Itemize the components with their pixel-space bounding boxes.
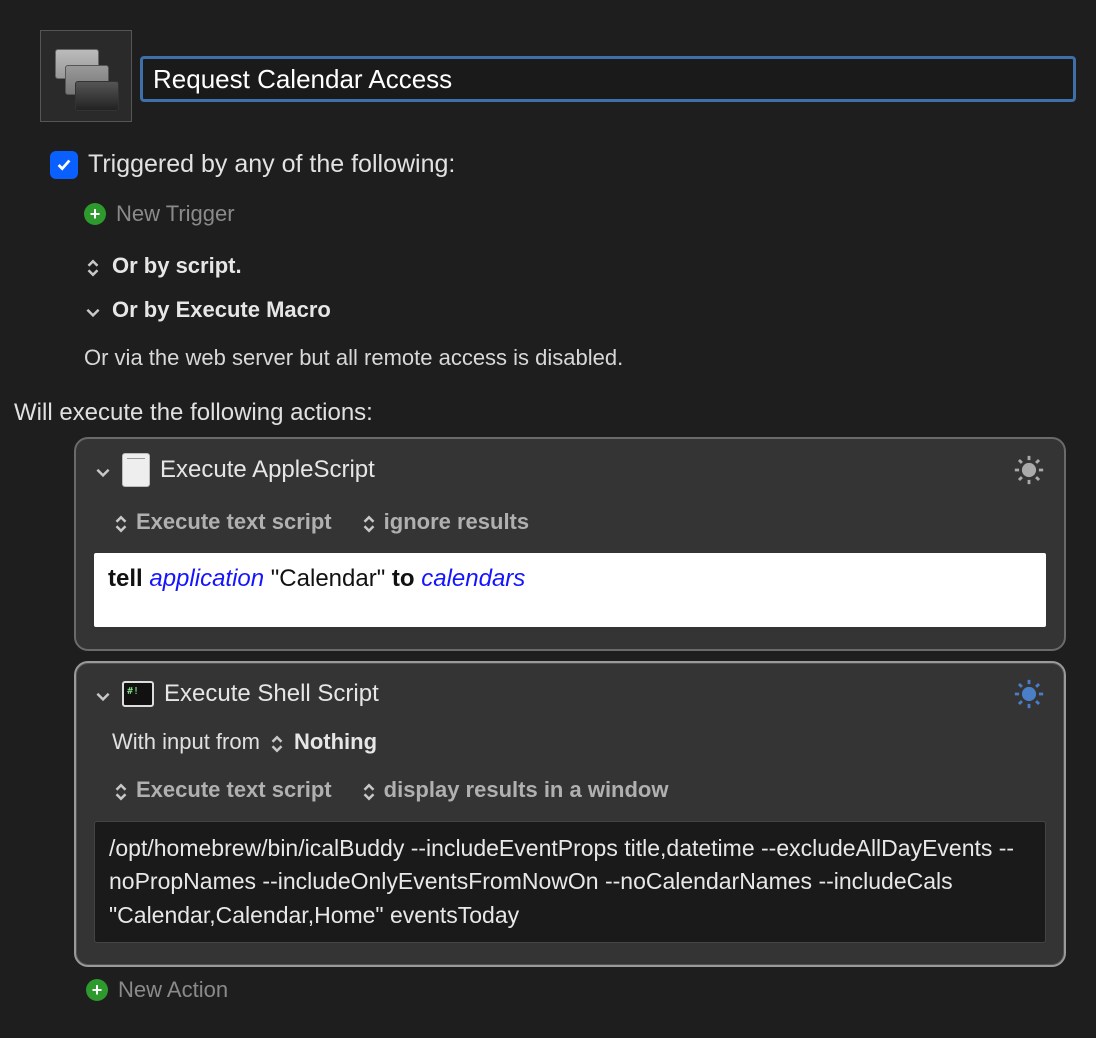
applescript-editor[interactable]: tell application "Calendar" to calendars: [94, 553, 1046, 627]
chevron-down-icon[interactable]: [84, 301, 102, 319]
macro-title-input[interactable]: [140, 56, 1076, 102]
result-mode-select[interactable]: ignore results: [360, 509, 529, 535]
updown-icon: [360, 781, 378, 799]
triggers-label: Triggered by any of the following:: [88, 150, 455, 179]
new-action-button[interactable]: New Action: [118, 977, 228, 1003]
trigger-by-execute-macro[interactable]: Or by Execute Macro: [112, 297, 331, 323]
triggers-enabled-checkbox[interactable]: [50, 151, 78, 179]
gear-icon[interactable]: [1012, 677, 1046, 711]
execute-mode-select[interactable]: Execute text script: [112, 509, 332, 535]
execute-mode-select[interactable]: Execute text script: [112, 777, 332, 803]
shell-script-editor[interactable]: /opt/homebrew/bin/icalBuddy --includeEve…: [94, 821, 1046, 943]
action-execute-shell-script[interactable]: #! Execute Shell Script With input from …: [74, 661, 1066, 967]
action-execute-applescript[interactable]: Execute AppleScript Execute text script …: [74, 437, 1066, 651]
action-title: Execute AppleScript: [160, 456, 1002, 484]
terminal-icon: #!: [122, 681, 154, 707]
updown-icon: [268, 733, 286, 751]
input-from-select[interactable]: Nothing: [294, 729, 377, 755]
chevron-down-icon[interactable]: [94, 461, 112, 479]
action-title: Execute Shell Script: [164, 680, 1002, 708]
plus-icon: +: [84, 203, 106, 225]
updown-icon: [112, 513, 130, 531]
plus-icon: +: [86, 979, 108, 1001]
new-trigger-button[interactable]: New Trigger: [116, 201, 235, 227]
updown-icon: [112, 781, 130, 799]
input-from-label: With input from: [112, 729, 260, 755]
web-server-note: Or via the web server but all remote acc…: [84, 345, 623, 371]
trigger-by-script[interactable]: Or by script.: [112, 253, 242, 279]
gear-icon[interactable]: [1012, 453, 1046, 487]
actions-header: Will execute the following actions:: [10, 399, 1076, 427]
updown-icon[interactable]: [84, 257, 102, 275]
result-mode-select[interactable]: display results in a window: [360, 777, 669, 803]
applescript-file-icon: [122, 453, 150, 487]
macro-icon[interactable]: [40, 30, 132, 122]
chevron-down-icon[interactable]: [94, 685, 112, 703]
updown-icon: [360, 513, 378, 531]
